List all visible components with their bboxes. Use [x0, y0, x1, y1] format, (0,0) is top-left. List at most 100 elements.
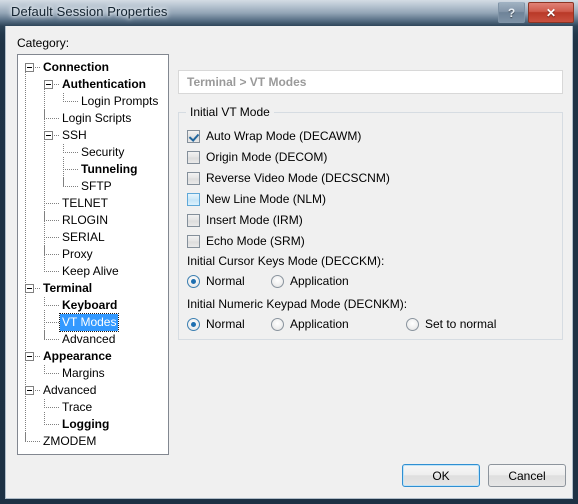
sidebar-item-rlogin[interactable]: RLOGIN	[18, 212, 168, 229]
sidebar-item-label: Security	[81, 145, 125, 159]
sidebar-item-tunneling[interactable]: Tunneling	[18, 161, 168, 178]
sidebar-item-label: Appearance	[43, 349, 112, 363]
checkbox-icon[interactable]	[187, 192, 200, 206]
sidebar-item-label: TELNET	[62, 196, 109, 210]
tree-connector	[44, 220, 60, 221]
checkbox-origin-mode-decom[interactable]: Origin Mode (DECOM)	[187, 147, 327, 167]
sidebar-item-telnet[interactable]: TELNET	[18, 195, 168, 212]
sidebar-item-login-prompts[interactable]: Login Prompts	[18, 93, 168, 110]
sidebar-item-sftp[interactable]: SFTP	[18, 178, 168, 195]
tree-connector	[63, 152, 79, 153]
tree-connector	[25, 441, 41, 442]
sidebar-item-keep-alive[interactable]: Keep Alive	[18, 263, 168, 280]
radio-label: Normal	[206, 274, 245, 288]
sidebar-item-serial[interactable]: SERIAL	[18, 229, 168, 246]
tree-expander-icon[interactable]	[25, 284, 34, 293]
close-icon: ✕	[545, 5, 557, 20]
tree-expander-icon[interactable]	[25, 63, 34, 72]
sidebar-item-label: Margins	[62, 366, 105, 380]
checkbox-new-line-mode-nlm[interactable]: New Line Mode (NLM)	[187, 189, 326, 209]
initial-vt-mode-groupbox-title: Initial VT Mode	[186, 105, 274, 119]
tree-expander-icon[interactable]	[44, 131, 53, 140]
tree-connector	[63, 186, 79, 187]
sidebar-item-vt-modes[interactable]: VT Modes	[18, 313, 168, 332]
tree-expander-icon[interactable]	[25, 386, 34, 395]
sidebar-item-trace[interactable]: Trace	[18, 399, 168, 416]
sidebar-item-margins[interactable]: Margins	[18, 365, 168, 382]
tree-connector	[63, 169, 79, 170]
sidebar-item-label: Proxy	[62, 247, 93, 261]
title-bar: Default Session Properties ? ✕	[0, 0, 578, 26]
sidebar-item-authentication[interactable]: Authentication	[18, 76, 168, 93]
sidebar-item-label: Keyboard	[62, 298, 118, 312]
checkbox-insert-mode-irm[interactable]: Insert Mode (IRM)	[187, 210, 303, 230]
radio-icon[interactable]	[187, 274, 200, 288]
radio-label: Application	[290, 317, 349, 331]
sidebar-item-label: ZMODEM	[43, 434, 97, 448]
breadcrumb-bar: Terminal > VT Modes	[178, 70, 563, 94]
sidebar-item-login-scripts[interactable]: Login Scripts	[18, 110, 168, 127]
radio-icon[interactable]	[271, 317, 284, 331]
radio-icon[interactable]	[271, 274, 284, 288]
cancel-button-label: Cancel	[508, 468, 546, 483]
ok-button-label: OK	[432, 468, 450, 483]
tree-connector	[44, 424, 60, 425]
sidebar-item-proxy[interactable]: Proxy	[18, 246, 168, 263]
sidebar-item-keyboard[interactable]: Keyboard	[18, 297, 168, 314]
tree-connector	[44, 373, 60, 374]
radio-cursor-keys-normal[interactable]: Normal	[187, 272, 245, 290]
sidebar-item-label: Login Scripts	[62, 111, 132, 125]
tree-connector	[44, 237, 60, 238]
tree-connector	[63, 93, 64, 102]
tree-connector	[44, 339, 60, 340]
sidebar-item-terminal[interactable]: Terminal	[18, 280, 168, 297]
sidebar-item-label: Advanced	[43, 383, 97, 397]
radio-icon[interactable]	[187, 317, 200, 331]
checkbox-echo-mode-srm[interactable]: Echo Mode (SRM)	[187, 231, 305, 251]
tree-expander-icon[interactable]	[25, 352, 34, 361]
tree-connector	[44, 412, 45, 425]
category-tree-items: Connection Authentication Login Prompts Log…	[18, 55, 168, 450]
sidebar-item-zmodem[interactable]: ZMODEM	[18, 433, 168, 450]
checkbox-icon[interactable]	[187, 213, 200, 227]
sidebar-item-logging[interactable]: Logging	[18, 416, 168, 433]
radio-numeric-keypad-set-to-normal[interactable]: Set to normal	[406, 315, 496, 333]
sidebar-item-label: SSH	[62, 128, 87, 142]
tree-connector	[63, 101, 79, 102]
checkbox-icon[interactable]	[187, 234, 200, 248]
sidebar-item-label: Authentication	[62, 77, 146, 91]
category-tree[interactable]: Connection Authentication Login Prompts Log…	[17, 54, 169, 455]
sidebar-item-security[interactable]: Security	[18, 144, 168, 161]
sidebar-item-advanced[interactable]: Advanced	[18, 382, 168, 399]
radio-cursor-keys-application[interactable]: Application	[271, 272, 349, 290]
tree-connector	[44, 297, 45, 306]
cancel-button[interactable]: Cancel	[488, 464, 566, 487]
checkbox-auto-wrap-mode-decawm[interactable]: Auto Wrap Mode (DECAWM)	[187, 126, 361, 146]
radio-numeric-keypad-application[interactable]: Application	[271, 315, 349, 333]
sidebar-item-connection[interactable]: Connection	[18, 59, 168, 76]
cursor-keys-mode-label: Initial Cursor Keys Mode (DECCKM):	[187, 254, 385, 268]
sidebar-item-label: Terminal	[43, 281, 93, 295]
tree-expander-icon[interactable]	[44, 80, 53, 89]
sidebar-item-advanced[interactable]: Advanced	[18, 331, 168, 348]
tree-connector	[44, 89, 45, 272]
close-button[interactable]: ✕	[528, 2, 574, 23]
sidebar-item-label: Keep Alive	[62, 264, 119, 278]
breadcrumb: Terminal > VT Modes	[187, 75, 307, 89]
checkbox-label: New Line Mode (NLM)	[206, 192, 327, 206]
checkbox-icon[interactable]	[187, 129, 200, 143]
checkbox-icon[interactable]	[187, 171, 200, 185]
tree-connector	[44, 271, 60, 272]
sidebar-item-appearance[interactable]: Appearance	[18, 348, 168, 365]
radio-icon[interactable]	[406, 317, 419, 331]
tree-connector	[63, 144, 64, 153]
ok-button[interactable]: OK	[402, 464, 480, 487]
checkbox-reverse-video-mode-decscnm[interactable]: Reverse Video Mode (DECSCNM)	[187, 168, 390, 188]
category-label: Category:	[17, 36, 70, 50]
sidebar-item-ssh[interactable]: SSH	[18, 127, 168, 144]
checkbox-icon[interactable]	[187, 150, 200, 164]
tree-connector	[44, 203, 60, 204]
help-button[interactable]: ?	[498, 2, 525, 23]
radio-label: Normal	[206, 317, 245, 331]
radio-numeric-keypad-normal[interactable]: Normal	[187, 315, 245, 333]
